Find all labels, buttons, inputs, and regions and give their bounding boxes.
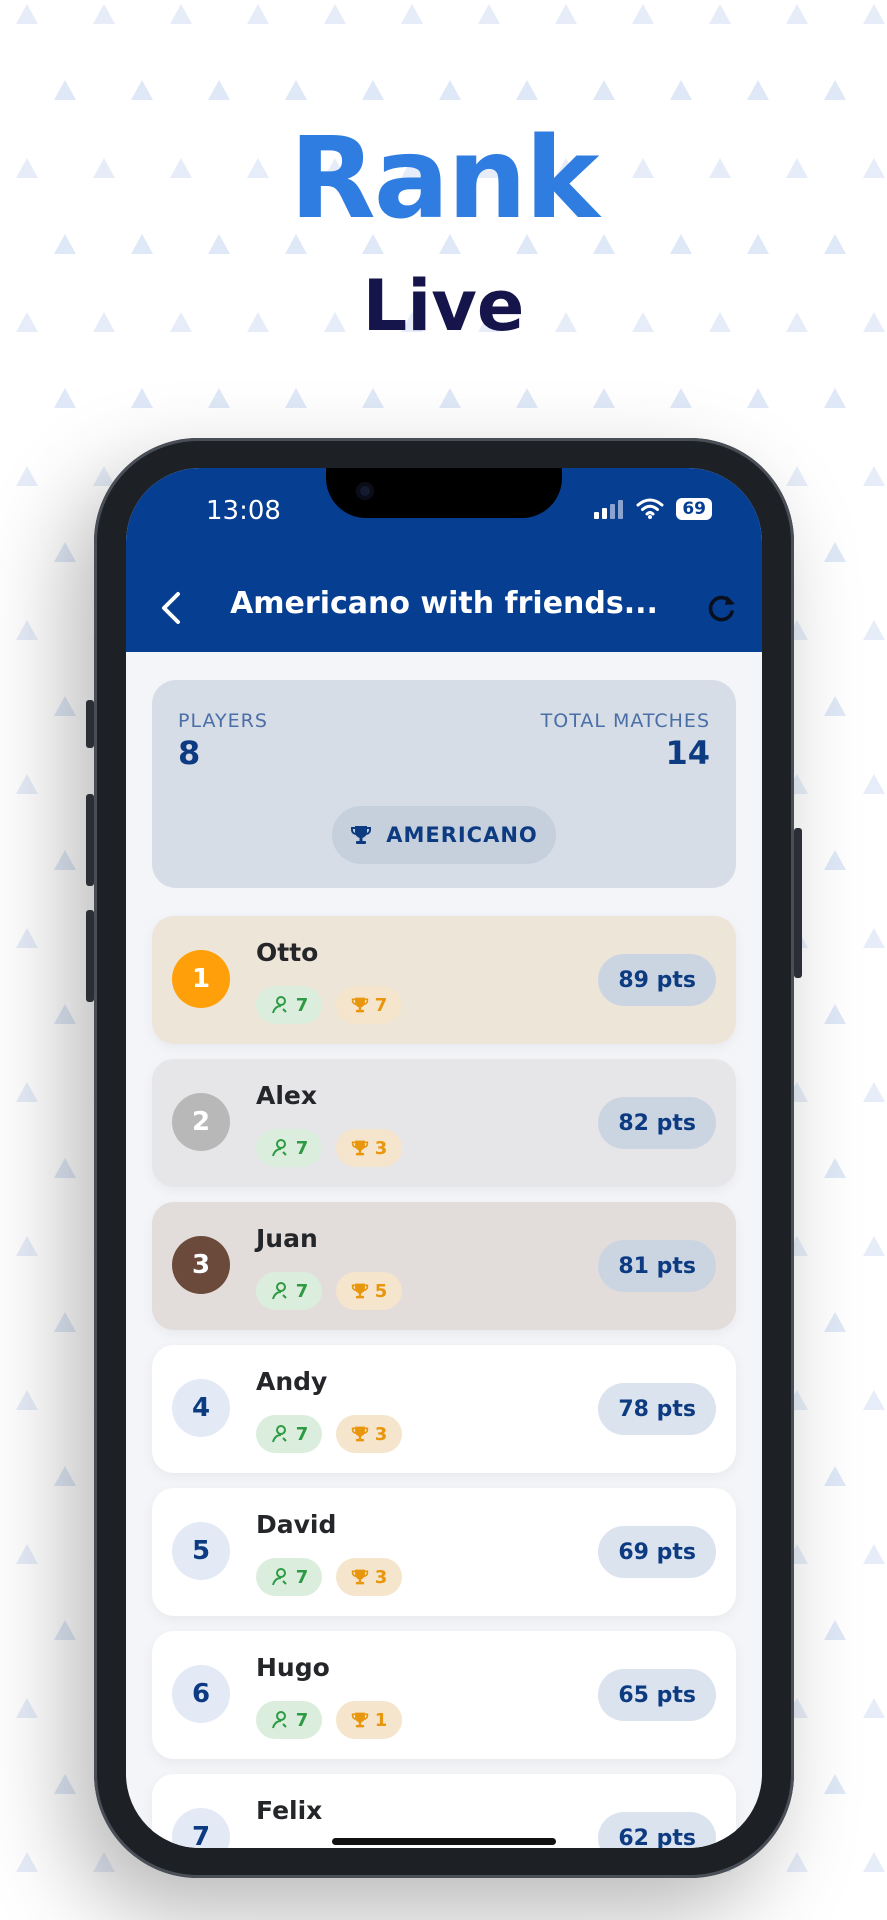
player-name: David — [256, 1510, 337, 1539]
volume-up-button — [86, 794, 94, 886]
player-name: Hugo — [256, 1653, 330, 1682]
rank-badge: 3 — [172, 1236, 230, 1294]
total-matches-label: TOTAL MATCHES — [540, 710, 710, 732]
matches-played-chip: 7 — [256, 986, 322, 1024]
points-badge: 69 pts — [598, 1526, 716, 1578]
volume-down-button — [86, 910, 94, 1002]
silent-switch — [86, 700, 94, 748]
trophy-icon — [351, 1569, 368, 1585]
app-bar: 13:08 69 Americano with friends... — [126, 468, 762, 652]
rank-badge: 6 — [172, 1665, 230, 1723]
player-name: Alex — [256, 1081, 317, 1110]
matches-count: 7 — [295, 1423, 309, 1445]
battery-icon: 69 — [676, 498, 712, 520]
notch — [326, 468, 562, 518]
wins-chip: 3 — [336, 1415, 402, 1453]
wins-count: 3 — [374, 1137, 388, 1159]
matches-count: 7 — [295, 1709, 309, 1731]
refresh-icon[interactable] — [702, 588, 740, 628]
wins-count: 3 — [374, 1566, 388, 1588]
player-name: Juan — [256, 1224, 318, 1253]
wins-count: 3 — [374, 1423, 388, 1445]
matches-count: 7 — [295, 1137, 309, 1159]
points-badge: 82 pts — [598, 1097, 716, 1149]
rank-badge: 2 — [172, 1093, 230, 1151]
matches-count: 7 — [295, 1280, 309, 1302]
camera-icon — [356, 482, 374, 500]
leaderboard-row[interactable]: 6 Hugo 7 1 65 pts — [152, 1631, 736, 1759]
leaderboard-row[interactable]: 2 Alex 7 3 82 pts — [152, 1059, 736, 1187]
points-badge: 65 pts — [598, 1669, 716, 1721]
wins-count: 5 — [374, 1280, 388, 1302]
power-button — [794, 828, 802, 978]
phone-frame: 13:08 69 Americano with friends... PLAYE… — [86, 438, 802, 1878]
leaderboard-row[interactable]: 3 Juan 7 5 81 pts — [152, 1202, 736, 1330]
points-badge: 78 pts — [598, 1383, 716, 1435]
player-name: Felix — [256, 1796, 323, 1825]
wins-chip: 3 — [336, 1558, 402, 1596]
matches-played-chip: 7 — [256, 1129, 322, 1167]
game-mode-badge: AMERICANO — [332, 806, 556, 864]
status-icons: 69 — [594, 498, 712, 520]
leaderboard-row[interactable]: 1 Otto 7 7 89 pts — [152, 916, 736, 1044]
player-name: Andy — [256, 1367, 328, 1396]
game-mode-label: AMERICANO — [386, 823, 538, 847]
wins-count: 7 — [374, 994, 388, 1016]
person-icon — [271, 1568, 287, 1586]
trophy-icon — [351, 1426, 368, 1442]
rank-badge: 7 — [172, 1808, 230, 1848]
leaderboard-row[interactable]: 4 Andy 7 3 78 pts — [152, 1345, 736, 1473]
person-icon — [271, 996, 287, 1014]
points-badge: 81 pts — [598, 1240, 716, 1292]
wins-chip: 7 — [336, 986, 402, 1024]
matches-played-chip: 7 — [256, 1558, 322, 1596]
trophy-icon — [351, 1283, 368, 1299]
leaderboard-row[interactable]: 7 Felix 62 pts — [152, 1774, 736, 1848]
matches-count: 7 — [295, 994, 309, 1016]
wifi-icon — [636, 498, 664, 519]
wins-chip: 5 — [336, 1272, 402, 1310]
trophy-icon — [351, 826, 372, 844]
total-matches-count: 14 — [665, 734, 710, 772]
matches-played-chip: 7 — [256, 1415, 322, 1453]
signal-icon — [594, 500, 624, 519]
wins-chip: 3 — [336, 1129, 402, 1167]
rank-badge: 4 — [172, 1379, 230, 1437]
matches-played-chip: 7 — [256, 1701, 322, 1739]
page-title: Americano with friends... — [230, 586, 658, 621]
players-count: 8 — [178, 734, 201, 772]
hero-subtitle: Live — [362, 265, 525, 347]
rank-badge: 5 — [172, 1522, 230, 1580]
wins-count: 1 — [374, 1709, 388, 1731]
phone-screen: 13:08 69 Americano with friends... PLAYE… — [126, 468, 762, 1848]
leaderboard-row[interactable]: 5 David 7 3 69 pts — [152, 1488, 736, 1616]
rank-badge: 1 — [172, 950, 230, 1008]
trophy-icon — [351, 997, 368, 1013]
hero-title: Rank — [289, 114, 599, 244]
person-icon — [271, 1425, 287, 1443]
person-icon — [271, 1711, 287, 1729]
player-name: Otto — [256, 938, 319, 967]
points-badge: 89 pts — [598, 954, 716, 1006]
wins-chip: 1 — [336, 1701, 402, 1739]
matches-played-chip: 7 — [256, 1272, 322, 1310]
matches-count: 7 — [295, 1566, 309, 1588]
tournament-summary-card: PLAYERS 8 TOTAL MATCHES 14 AMERICANO — [152, 680, 736, 888]
players-label: PLAYERS — [178, 710, 268, 732]
home-indicator[interactable] — [332, 1838, 556, 1845]
points-badge: 62 pts — [598, 1812, 716, 1848]
status-time: 13:08 — [206, 496, 281, 526]
person-icon — [271, 1139, 287, 1157]
trophy-icon — [351, 1712, 368, 1728]
trophy-icon — [351, 1140, 368, 1156]
person-icon — [271, 1282, 287, 1300]
